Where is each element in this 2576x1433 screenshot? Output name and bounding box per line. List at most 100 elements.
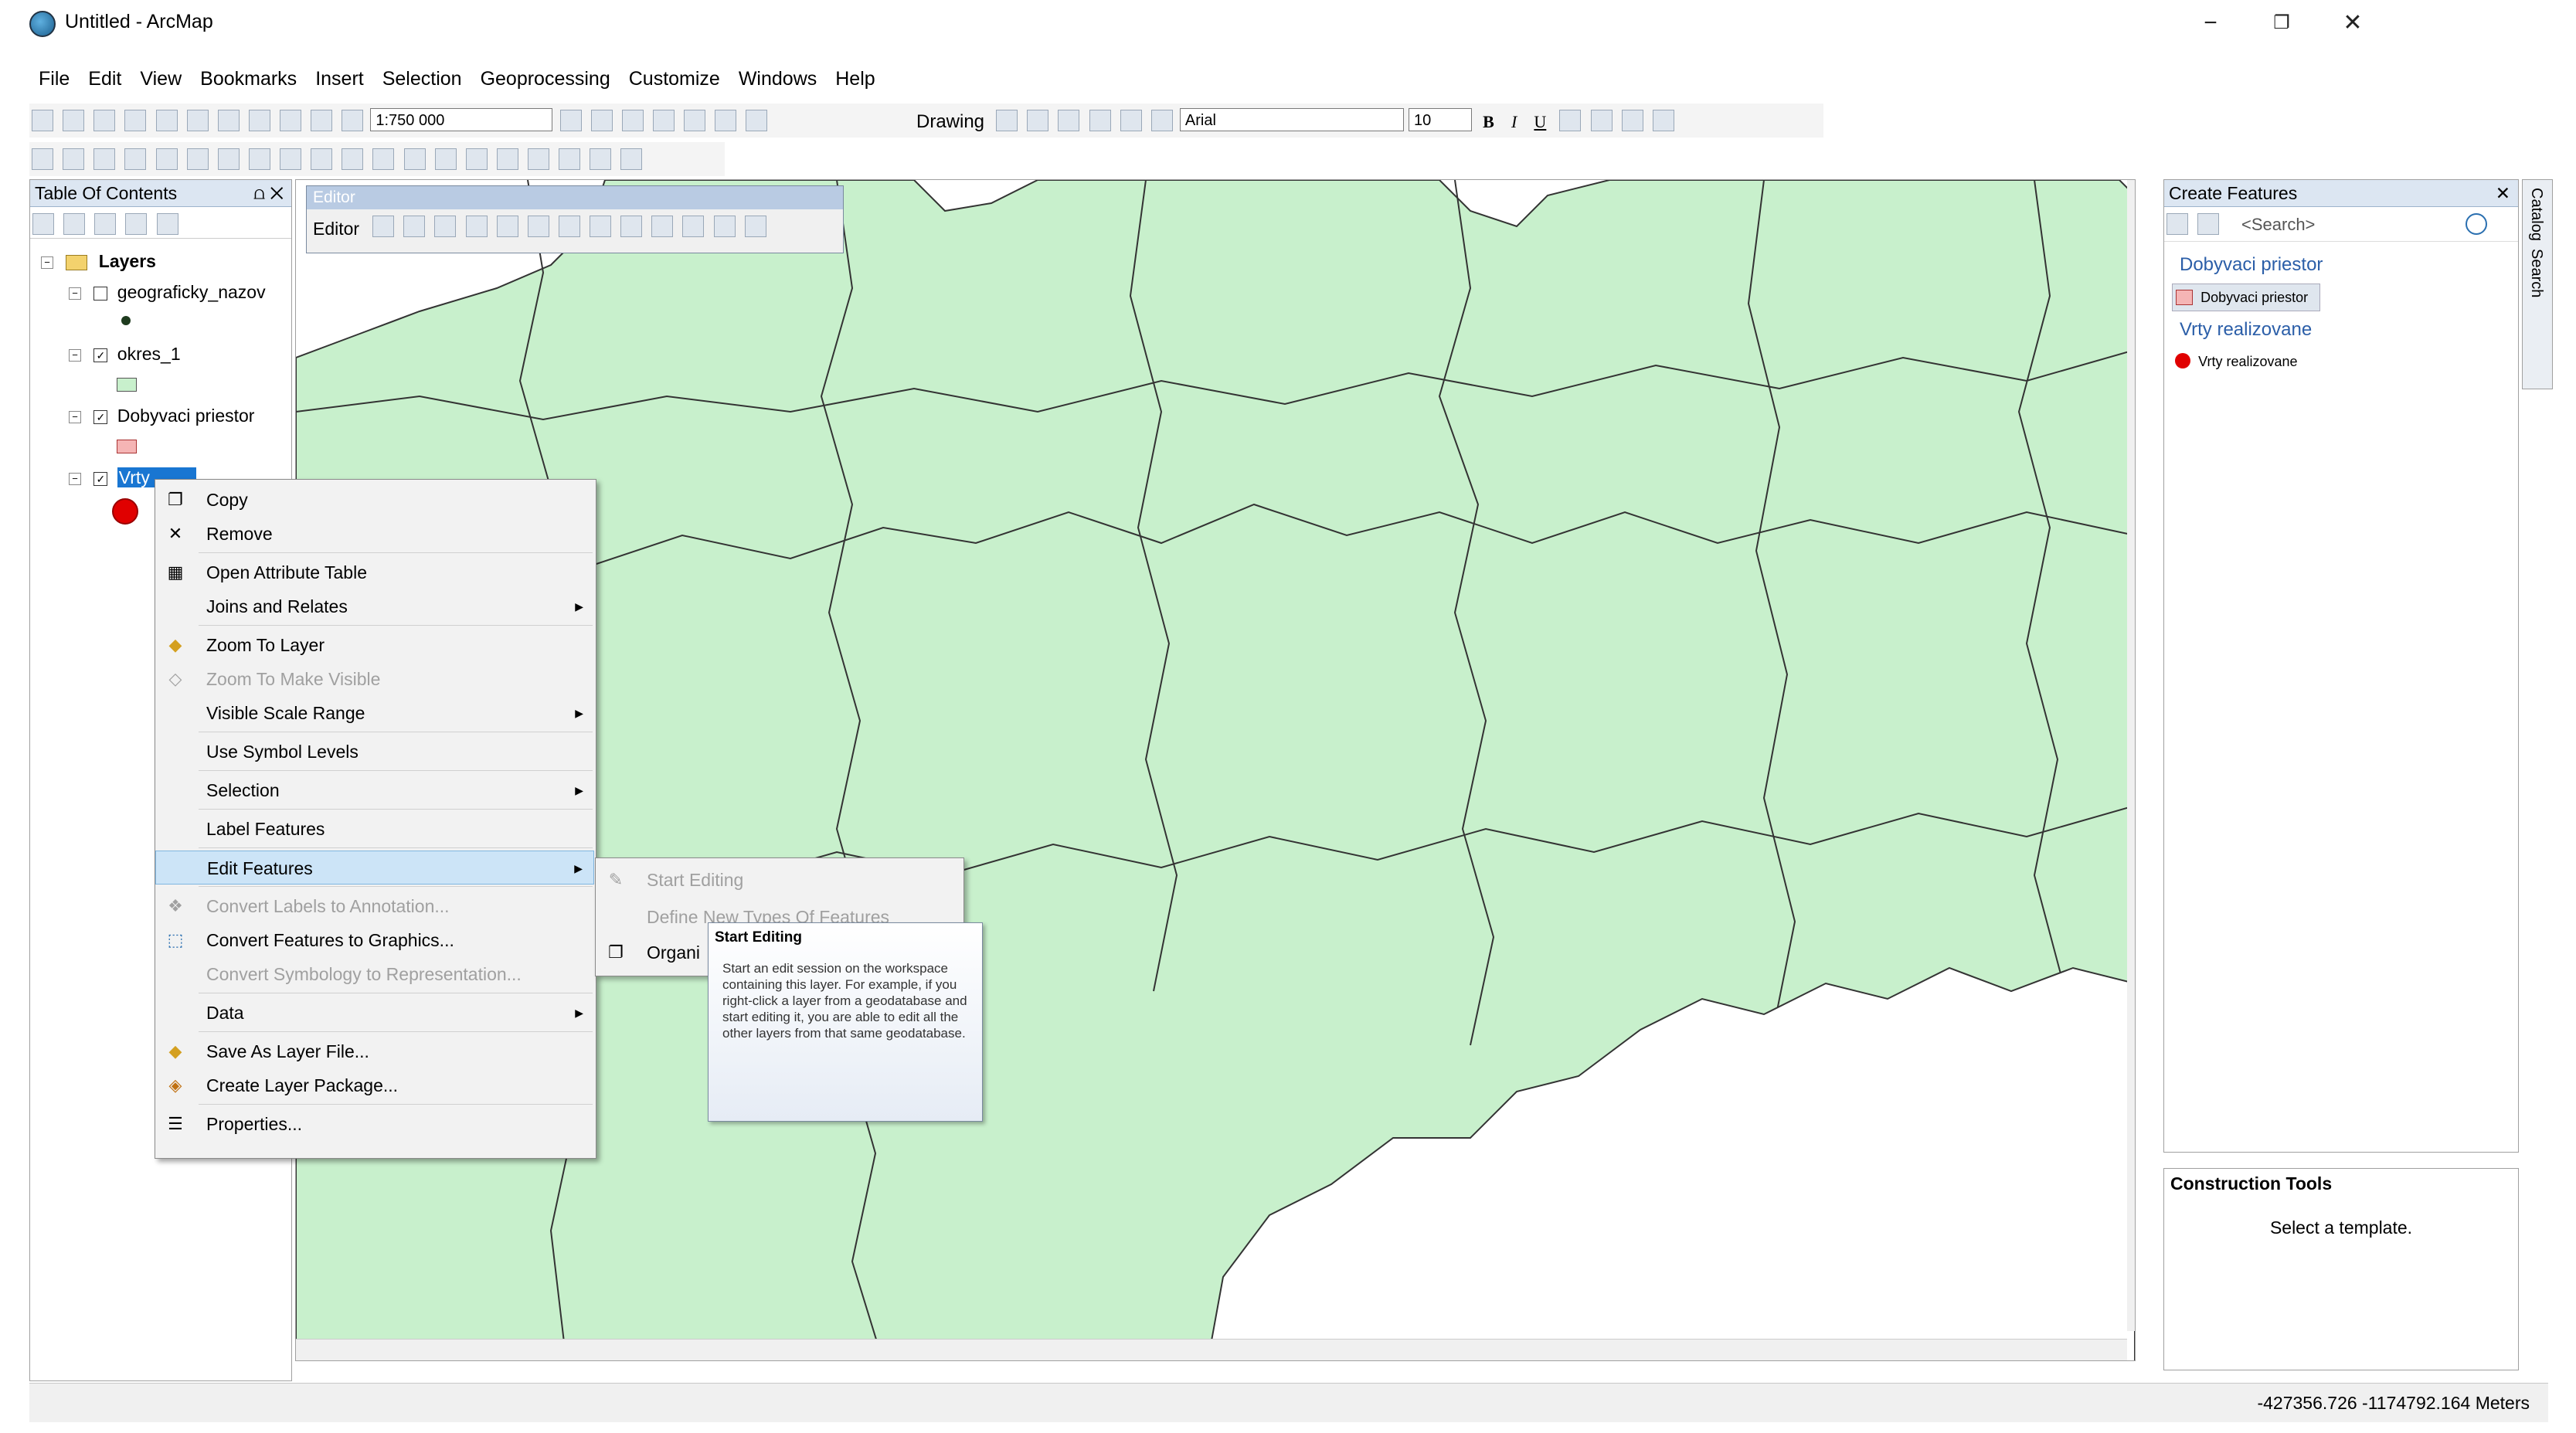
time-slider-icon[interactable]: [590, 148, 612, 170]
pan-icon[interactable]: [93, 148, 116, 170]
split-icon[interactable]: [620, 216, 643, 237]
menu-geoprocessing[interactable]: Geoprocessing: [471, 65, 620, 96]
sketch-properties-icon[interactable]: [713, 216, 736, 237]
line-color-icon[interactable]: [1621, 110, 1643, 131]
visibility-checkbox[interactable]: ✓: [93, 348, 108, 362]
marker-color-icon[interactable]: [1652, 110, 1674, 131]
model-builder-icon[interactable]: [746, 110, 768, 131]
menu-item-remove[interactable]: ✕ Remove: [155, 517, 594, 551]
menu-item-start-editing[interactable]: ✎ Start Editing: [596, 863, 962, 897]
select-elements-icon[interactable]: [342, 148, 364, 170]
zoom-whole-page-icon[interactable]: [1058, 110, 1080, 131]
template-search-input[interactable]: <Search>: [2241, 215, 2315, 235]
menu-item-open-attribute-table[interactable]: ▦ Open Attribute Table: [155, 555, 594, 589]
menu-help[interactable]: Help: [826, 65, 884, 96]
menu-item-edit-features[interactable]: Edit Features ▶: [155, 851, 594, 885]
collapse-icon[interactable]: −: [69, 472, 81, 485]
print-icon[interactable]: [124, 110, 147, 131]
panel-pin-close[interactable]: ✕: [2496, 180, 2510, 206]
identify-icon[interactable]: [372, 148, 395, 170]
menu-bookmarks[interactable]: Bookmarks: [191, 65, 306, 96]
menu-item-save-as-layer-file[interactable]: ◆ Save As Layer File...: [155, 1034, 594, 1068]
cut-icon[interactable]: [155, 110, 178, 131]
menu-item-visible-scale-range[interactable]: Visible Scale Range ▶: [155, 696, 594, 730]
find-icon[interactable]: [496, 148, 518, 170]
filter-icon[interactable]: [2166, 213, 2188, 235]
catalog-window-icon[interactable]: [621, 110, 644, 131]
text-icon[interactable]: [1120, 110, 1142, 131]
menu-item-convert-features-to-graphics[interactable]: ⬚ Convert Features to Graphics...: [155, 923, 594, 957]
list-by-drawing-order-icon[interactable]: [32, 213, 54, 235]
layer-dobyvaci-priestor[interactable]: − ✓ Dobyvaci priestor: [69, 406, 254, 426]
collapse-icon[interactable]: −: [41, 256, 53, 269]
menu-file[interactable]: File: [29, 65, 79, 96]
create-viewer-window-icon[interactable]: [620, 148, 643, 170]
map-horizontal-scrollbar[interactable]: [296, 1339, 2127, 1360]
options-icon[interactable]: [156, 213, 178, 235]
edit-annotation-icon[interactable]: [403, 216, 426, 237]
close-button[interactable]: ✕: [2326, 6, 2380, 40]
menu-item-convert-labels-to-annotation[interactable]: ❖ Convert Labels to Annotation...: [155, 889, 594, 923]
organize-templates-icon[interactable]: [2197, 213, 2220, 235]
menu-item-copy[interactable]: ❐ Copy: [155, 483, 594, 517]
save-icon[interactable]: [93, 110, 116, 131]
menu-item-joins-and-relates[interactable]: Joins and Relates ▶: [155, 589, 594, 623]
menu-item-data[interactable]: Data ▶: [155, 996, 594, 1030]
arctoolbox-icon[interactable]: [684, 110, 705, 131]
menu-edit[interactable]: Edit: [79, 65, 131, 96]
drawing-menu[interactable]: Drawing: [916, 111, 984, 133]
search-window-icon[interactable]: [652, 110, 675, 131]
rotate-icon[interactable]: [1027, 110, 1049, 131]
visibility-checkbox[interactable]: ✓: [93, 409, 108, 424]
map-vertical-scrollbar[interactable]: [2127, 180, 2135, 1331]
visibility-checkbox[interactable]: [93, 286, 108, 301]
layer-geograficky-nazov[interactable]: − geograficky_nazov: [69, 282, 266, 303]
menu-item-label-features[interactable]: Label Features: [155, 812, 594, 846]
select-elements-icon[interactable]: [996, 110, 1018, 131]
menu-item-zoom-to-layer[interactable]: ◆ Zoom To Layer: [155, 628, 594, 662]
fixed-zoom-out-icon[interactable]: [186, 148, 209, 170]
trace-icon[interactable]: [465, 216, 488, 237]
list-by-visibility-icon[interactable]: [94, 213, 117, 235]
menu-item-convert-symbology-to-representation[interactable]: Convert Symbology to Representation...: [155, 957, 594, 991]
delete-icon[interactable]: [248, 110, 270, 131]
minimize-button[interactable]: −: [2183, 6, 2238, 40]
menu-item-create-layer-package[interactable]: ◈ Create Layer Package...: [155, 1068, 594, 1102]
template-item[interactable]: Vrty realizovane: [2172, 350, 2298, 373]
template-item[interactable]: Dobyvaci priestor: [2172, 284, 2320, 311]
collapse-icon[interactable]: −: [69, 410, 81, 423]
back-icon[interactable]: [217, 148, 240, 170]
italic-button[interactable]: I: [1511, 112, 1517, 132]
copy-icon[interactable]: [186, 110, 209, 131]
rectangle-icon[interactable]: [1089, 110, 1111, 131]
cut-polygons-icon[interactable]: [590, 216, 612, 237]
menu-item-use-symbol-levels[interactable]: Use Symbol Levels: [155, 735, 594, 769]
menu-view[interactable]: View: [131, 65, 191, 96]
create-features-icon[interactable]: [744, 216, 766, 237]
list-by-selection-icon[interactable]: [125, 213, 148, 235]
underline-button[interactable]: U: [1534, 112, 1546, 132]
toc-pin-close[interactable]: ⩍ ✕: [253, 180, 284, 206]
collapse-icon[interactable]: −: [69, 348, 81, 362]
new-icon[interactable]: [32, 110, 53, 131]
straight-segment-icon[interactable]: [434, 216, 457, 237]
goto-xy-icon[interactable]: [559, 148, 581, 170]
hyperlink-icon[interactable]: [403, 148, 426, 170]
html-popup-icon[interactable]: [434, 148, 457, 170]
editor-toolbar-icon[interactable]: [559, 110, 582, 131]
toc-window-icon[interactable]: [590, 110, 613, 131]
bold-button[interactable]: B: [1483, 112, 1494, 132]
editor-menu[interactable]: Editor: [313, 219, 359, 239]
restore-button[interactable]: ❐: [2255, 6, 2309, 40]
callout-icon[interactable]: [1150, 110, 1173, 131]
visibility-checkbox[interactable]: ✓: [93, 471, 108, 486]
layer-okres-1[interactable]: − ✓ okres_1: [69, 344, 181, 365]
reshape-icon[interactable]: [558, 216, 580, 237]
measure-icon[interactable]: [465, 148, 488, 170]
search-tab[interactable]: Search: [2527, 249, 2545, 297]
paste-icon[interactable]: [217, 110, 240, 131]
redo-icon[interactable]: [311, 110, 333, 131]
zoom-out-icon[interactable]: [63, 148, 85, 170]
search-icon[interactable]: [2466, 213, 2487, 235]
menu-insert[interactable]: Insert: [306, 65, 373, 96]
